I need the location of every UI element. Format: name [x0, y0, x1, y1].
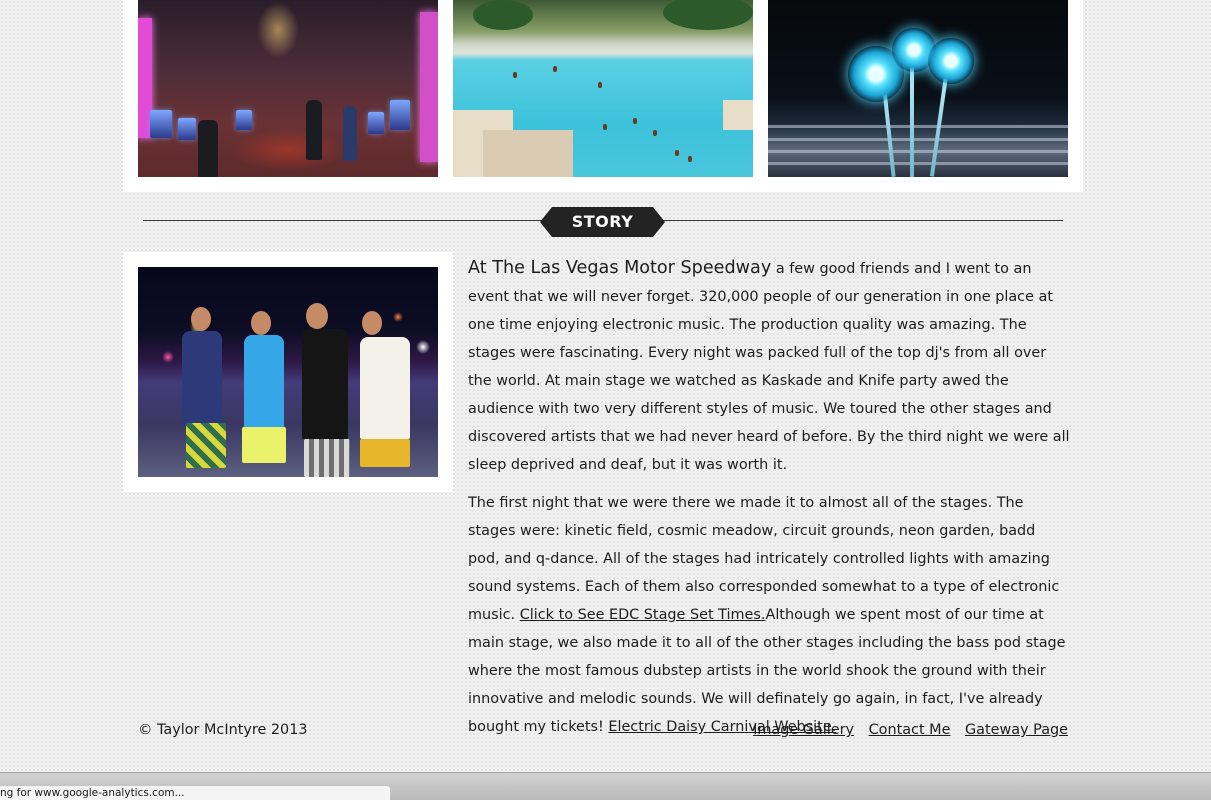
- person-head: [251, 311, 271, 335]
- swimmer: [598, 82, 602, 88]
- gallery-photo-light-towers[interactable]: [768, 0, 1068, 177]
- palm-tree: [663, 0, 753, 30]
- gallery-photo-casino[interactable]: [138, 0, 438, 177]
- story-paragraph-2: The first night that we were there we ma…: [468, 489, 1070, 741]
- footer-nav: Image Gallery Contact Me Gateway Page: [743, 722, 1068, 738]
- footer-link-contact-me[interactable]: Contact Me: [869, 722, 951, 738]
- person-shirt: [302, 329, 348, 439]
- story-photo-frame: [123, 252, 453, 492]
- slot-machine: [236, 110, 252, 130]
- person: [306, 100, 322, 160]
- story-paragraph-2-start: The first night that we were there we ma…: [468, 495, 1060, 623]
- story-lead-in: At The Las Vegas Motor Speedway: [468, 258, 772, 278]
- person-shirt: [360, 337, 410, 439]
- footer-link-gateway-page[interactable]: Gateway Page: [965, 722, 1068, 738]
- person-shorts: [186, 423, 226, 468]
- swimmer: [553, 66, 557, 72]
- pool-deck: [483, 130, 573, 177]
- stadium-stand: [768, 138, 1068, 141]
- person-head: [191, 307, 211, 331]
- story-photo-friends[interactable]: [138, 267, 438, 477]
- swimmer: [675, 150, 679, 156]
- person: [343, 106, 357, 161]
- person-shirt: [182, 331, 222, 426]
- photo-strip: [123, 0, 1083, 192]
- person: [198, 120, 218, 177]
- story-heading: STORY: [540, 207, 665, 237]
- browser-status-text: ng for www.google-analytics.com...: [0, 785, 391, 800]
- person-shorts: [304, 439, 350, 477]
- swimmer: [513, 72, 517, 78]
- person-head: [362, 311, 382, 335]
- gallery-photo-pool[interactable]: [453, 0, 753, 177]
- story-paragraph-1-text: a few good friends and I went to an even…: [468, 261, 1070, 473]
- stadium-stand: [768, 150, 1068, 153]
- slot-machine: [150, 110, 172, 138]
- swimmer: [603, 124, 607, 130]
- stadium-stand: [768, 125, 1068, 128]
- person-shirt: [244, 335, 284, 430]
- person-head: [306, 303, 328, 329]
- footer-link-image-gallery[interactable]: Image Gallery: [753, 722, 854, 738]
- story-paragraph-2-middle: Although we spent most of our time at ma…: [468, 607, 1066, 735]
- slot-machine: [178, 118, 196, 140]
- palm-tree: [473, 0, 533, 30]
- neon-sign: [420, 12, 438, 162]
- stage-times-link[interactable]: Click to See EDC Stage Set Times.: [520, 607, 766, 623]
- pool-deck: [723, 100, 753, 130]
- person-shorts: [242, 427, 286, 463]
- story-body: At The Las Vegas Motor Speedway a few go…: [468, 254, 1070, 751]
- slot-machine: [368, 112, 384, 134]
- copyright: © Taylor McIntyre 2013: [138, 722, 308, 738]
- swimmer: [688, 156, 692, 162]
- stadium-stand: [768, 162, 1068, 165]
- story-paragraph-1: At The Las Vegas Motor Speedway a few go…: [468, 254, 1070, 479]
- light-bloom: [928, 38, 974, 84]
- slot-machine: [390, 100, 410, 130]
- swimmer: [633, 118, 637, 124]
- person-shorts: [360, 439, 410, 467]
- swimmer: [653, 130, 657, 136]
